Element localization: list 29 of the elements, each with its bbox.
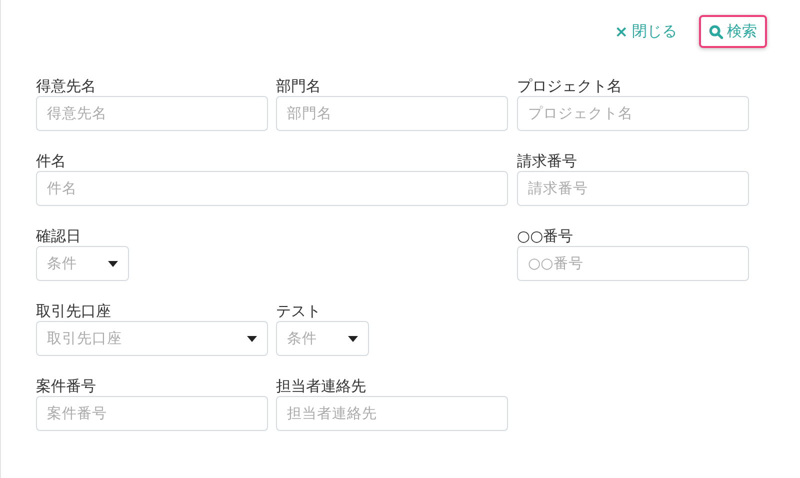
dropdown[interactable]: 取引先口座 [36, 321, 268, 356]
dropdown[interactable]: 条件 [36, 246, 129, 281]
caret-icon [247, 336, 257, 342]
input-field[interactable]: 件名 [36, 171, 508, 206]
field-label: プロジェクト名 [517, 77, 622, 95]
field-label: 請求番号 [517, 152, 577, 170]
caret-icon [108, 260, 118, 266]
field-label: 担当者連絡先 [276, 377, 366, 395]
input-field[interactable]: ○○番号 [517, 246, 749, 281]
input-field[interactable]: 案件番号 [36, 396, 268, 431]
input-field[interactable]: 担当者連絡先 [276, 396, 508, 431]
field-label: テスト [276, 302, 321, 320]
close-icon: × [614, 22, 628, 41]
field-label: 部門名 [276, 77, 321, 95]
input-field[interactable]: 部門名 [276, 96, 508, 131]
field-label: 件名 [36, 152, 66, 170]
search-icon [709, 24, 723, 38]
caret-icon [348, 336, 358, 342]
input-field[interactable]: プロジェクト名 [517, 96, 749, 131]
field-label: 確認日 [36, 227, 81, 245]
search-button[interactable]: 検索 [699, 15, 767, 48]
input-field[interactable]: 得意先名 [36, 96, 268, 131]
close-button[interactable]: × 閉じる [604, 15, 687, 48]
input-field[interactable]: 請求番号 [517, 171, 749, 206]
field-label: 案件番号 [36, 377, 96, 395]
field-label: 得意先名 [36, 77, 96, 95]
field-label: 取引先口座 [36, 302, 111, 320]
field-label: ○○番号 [517, 227, 574, 245]
dropdown[interactable]: 条件 [276, 321, 369, 356]
